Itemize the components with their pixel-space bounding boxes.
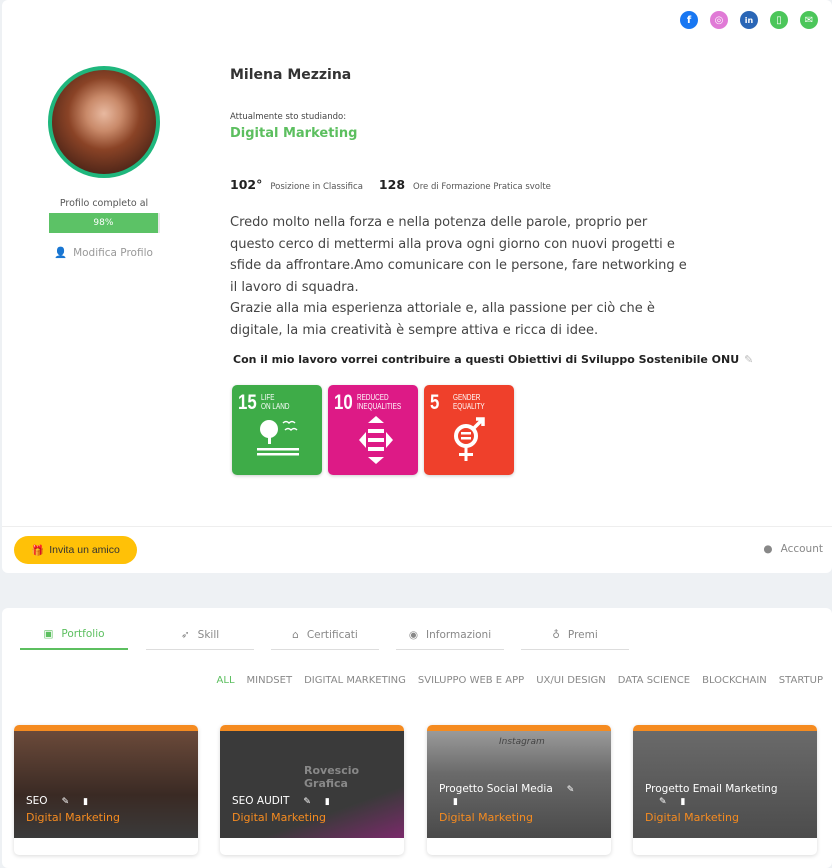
project-card[interactable]: SEO ✎ ▮ Digital Marketing — [14, 725, 198, 855]
user-circle-icon: ◉ — [408, 628, 419, 641]
tab-skill[interactable]: ➶ Skill — [146, 620, 254, 650]
profile-card: f ◎ in ▯ ✉ Profilo completo al 98% 👤 Modi… — [2, 0, 832, 573]
filter-blockchain[interactable]: BLOCKCHAIN — [702, 675, 767, 686]
bio-line: Credo molto nella forza e nella potenza … — [230, 215, 648, 230]
graduation-cap-icon: ⌂ — [292, 628, 299, 641]
sdg-list: 15 LIFE ON LAND 10 REDUCED INEQUALITIES 5 … — [232, 385, 514, 475]
edit-icon[interactable]: ✎ — [659, 797, 667, 807]
user-edit-icon: 👤 — [54, 247, 68, 259]
tab-premi[interactable]: ♁ Premi — [521, 620, 629, 650]
profile-complete-label: Profilo completo al — [59, 198, 149, 209]
edit-icon[interactable]: ✎ — [567, 785, 575, 795]
filter-digital-marketing[interactable]: DIGITAL MARKETING — [304, 675, 406, 686]
project-card[interactable]: Instagram Progetto Social Media ✎ ▮ Digital … — [427, 725, 611, 855]
social-links: f ◎ in ▯ ✉ — [680, 11, 818, 29]
studying-course: Digital Marketing — [230, 126, 358, 141]
sdg-title: REDUCED INEQUALITIES — [357, 393, 402, 411]
sdg-title: LIFE ON LAND — [261, 393, 290, 411]
avatar — [48, 66, 160, 178]
invite-label: Invita un amico — [49, 544, 120, 556]
sdg-goal-15: 15 LIFE ON LAND — [232, 385, 322, 475]
user-name: Milena Mezzina — [230, 67, 352, 83]
sdg-title: GENDER EQUALITY — [453, 393, 485, 411]
briefcase-icon: ▣ — [43, 628, 54, 640]
inequality-arrows-icon — [359, 416, 393, 464]
filter-data-science[interactable]: DATA SCIENCE — [618, 675, 690, 686]
sdg-title: Con il mio lavoro vorrei contribuire a q… — [233, 353, 753, 366]
edit-profile-link[interactable]: 👤 Modifica Profilo — [54, 246, 153, 260]
hours-label: Ore di Formazione Pratica svolte — [413, 182, 551, 192]
project-title: SEO AUDIT — [232, 795, 290, 807]
sdg-goal-10: 10 REDUCED INEQUALITIES — [328, 385, 418, 475]
trash-icon[interactable]: ▮ — [453, 797, 458, 807]
trash-icon[interactable]: ▮ — [325, 797, 330, 807]
project-card[interactable]: Progetto Email Marketing ✎ ▮ Digital Market… — [633, 725, 817, 855]
account-label: Account — [780, 543, 823, 555]
divider — [2, 526, 832, 527]
filter-startup[interactable]: STARTUP — [779, 675, 823, 686]
phone-icon[interactable]: ▯ — [770, 11, 788, 29]
tree-icon — [257, 420, 299, 456]
profile-complete-value: 98% — [49, 213, 158, 233]
sdg-number: 15 — [238, 391, 257, 414]
award-icon: ♁ — [552, 628, 560, 641]
filter-ux-ui[interactable]: UX/UI DESIGN — [536, 675, 606, 686]
filter-all[interactable]: ALL — [217, 675, 235, 686]
rank-label: Posizione in Classifica — [270, 182, 363, 192]
filter-mindset[interactable]: MINDSET — [247, 675, 293, 686]
project-title: Progetto Email Marketing — [645, 783, 778, 795]
trash-icon[interactable]: ▮ — [681, 797, 686, 807]
email-icon[interactable]: ✉ — [800, 11, 818, 29]
project-title: Progetto Social Media — [439, 783, 553, 795]
sdg-goal-5: 5 GENDER EQUALITY — [424, 385, 514, 475]
bio-line: Grazie alla mia esperienza attoriale e, … — [230, 301, 655, 317]
bio-line: sfide da affrontare.Amo comunicare con l… — [230, 258, 687, 274]
stats: 102° Posizione in Classifica 128 Ore di Fo… — [230, 177, 559, 192]
project-category: Digital Marketing — [26, 811, 120, 824]
user-circle-icon: ● — [763, 543, 773, 555]
project-category: Digital Marketing — [232, 811, 326, 824]
tab-informazioni[interactable]: ◉ Informazioni — [396, 620, 504, 650]
bio-line: digitale, la mia creatività è sempre att… — [230, 322, 599, 338]
project-image-text: Rovescio Grafica — [304, 764, 360, 790]
profile-complete-bar: 98% — [49, 213, 160, 233]
invite-friend-button[interactable]: 🎁 Invita un amico — [14, 536, 137, 564]
sdg-title-text: Con il mio lavoro vorrei contribuire a q… — [233, 353, 740, 366]
sdg-number: 10 — [334, 391, 353, 414]
rocket-icon: ➶ — [180, 628, 190, 641]
tab-certificati[interactable]: ⌂ Certificati — [271, 620, 379, 650]
bio-line: questo cerco di mettermi alla prova ogni… — [230, 236, 675, 252]
project-title: SEO — [26, 795, 48, 807]
category-filters: ALL MINDSET DIGITAL MARKETING SVILUPPO W… — [217, 675, 823, 686]
gift-icon: 🎁 — [31, 544, 45, 557]
project-card[interactable]: Rovescio Grafica SEO AUDIT ✎ ▮ Digital Marke… — [220, 725, 404, 855]
trash-icon[interactable]: ▮ — [83, 797, 88, 807]
tab-portfolio[interactable]: ▣ Portfolio — [20, 620, 128, 650]
rank-value: 102° — [230, 177, 263, 192]
studying-label: Attualmente sto studiando: — [230, 112, 347, 122]
edit-profile-label: Modifica Profilo — [73, 246, 153, 259]
edit-icon[interactable]: ✎ — [744, 353, 753, 366]
bio: Credo molto nella forza e nella potenza … — [230, 212, 710, 342]
project-category: Digital Marketing — [439, 811, 533, 824]
facebook-icon[interactable]: f — [680, 11, 698, 29]
portfolio-section: ▣ Portfolio ➶ Skill ⌂ Certificati ◉ Informaz… — [2, 608, 832, 868]
gender-equality-icon — [454, 417, 485, 461]
edit-icon[interactable]: ✎ — [303, 797, 311, 807]
account-link[interactable]: ● Account — [763, 543, 823, 555]
linkedin-icon[interactable]: in — [740, 11, 758, 29]
filter-sviluppo-web[interactable]: SVILUPPO WEB E APP — [418, 675, 524, 686]
project-image-text: Instagram — [499, 737, 545, 747]
bio-line: il lavoro di squadra. — [230, 279, 359, 295]
instagram-icon[interactable]: ◎ — [710, 11, 728, 29]
sdg-number: 5 — [430, 391, 440, 414]
project-category: Digital Marketing — [645, 811, 739, 824]
edit-icon[interactable]: ✎ — [62, 797, 70, 807]
hours-value: 128 — [378, 177, 406, 192]
